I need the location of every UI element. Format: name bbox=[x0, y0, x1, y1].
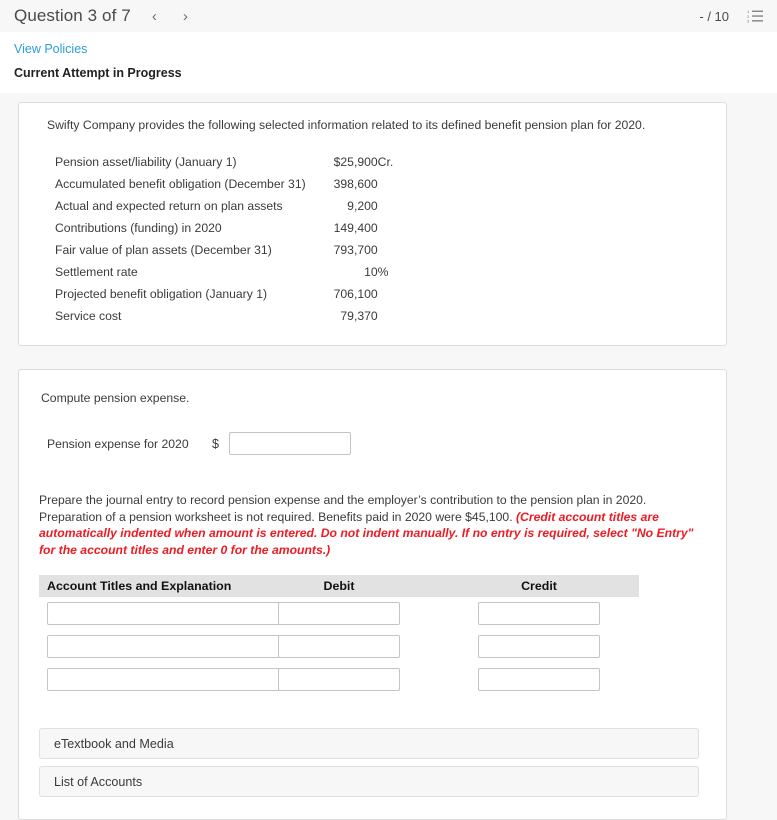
fact-note bbox=[378, 283, 408, 305]
etextbook-and-media-button[interactable]: eTextbook and Media bbox=[39, 728, 699, 759]
fact-note bbox=[378, 217, 408, 239]
column-header-credit: Credit bbox=[439, 575, 639, 597]
column-header-debit: Debit bbox=[239, 575, 439, 597]
answer-work-card: Compute pension expense. Pension expense… bbox=[18, 369, 727, 820]
fact-note bbox=[378, 195, 408, 217]
fact-label: Settlement rate bbox=[55, 264, 138, 279]
journal-table-body bbox=[39, 597, 639, 696]
question-header: Question 3 of 7 ‹ › - / 10 1 2 3 bbox=[0, 0, 777, 32]
fact-value: 398,600 bbox=[333, 176, 378, 191]
table-row: Settlement rate 10 % bbox=[55, 261, 408, 283]
fact-label: Actual and expected return on plan asset… bbox=[55, 198, 283, 213]
table-row: Contributions (funding) in 2020 149,400 bbox=[55, 217, 408, 239]
view-policies-link[interactable]: View Policies bbox=[14, 40, 87, 58]
pension-expense-input[interactable] bbox=[228, 432, 351, 455]
pension-expense-label: Pension expense for 2020 bbox=[47, 436, 189, 451]
fact-label: Service cost bbox=[55, 308, 122, 323]
debit-input-3[interactable] bbox=[278, 668, 400, 691]
journal-entry-table: Account Titles and Explanation Debit Cre… bbox=[39, 575, 639, 696]
column-header-account: Account Titles and Explanation bbox=[39, 575, 239, 597]
debit-input-1[interactable] bbox=[278, 602, 400, 625]
credit-cell bbox=[439, 663, 639, 696]
table-row: Service cost 79,370 bbox=[55, 305, 408, 327]
table-row bbox=[39, 597, 639, 630]
journal-table-head: Account Titles and Explanation Debit Cre… bbox=[39, 575, 639, 597]
list-of-accounts-button[interactable]: List of Accounts bbox=[39, 766, 699, 797]
fact-label: Fair value of plan assets (December 31) bbox=[55, 242, 272, 257]
credit-input-2[interactable] bbox=[478, 635, 600, 658]
fact-value: 79,370 bbox=[340, 308, 378, 323]
chevron-right-icon[interactable]: › bbox=[180, 7, 191, 26]
fact-note bbox=[378, 173, 408, 195]
table-row: Actual and expected return on plan asset… bbox=[55, 195, 408, 217]
credit-input-3[interactable] bbox=[478, 668, 600, 691]
fact-value: 10 bbox=[364, 264, 378, 279]
fact-note: % bbox=[377, 264, 389, 279]
fact-note bbox=[378, 305, 408, 327]
fact-label: Projected benefit obligation (January 1) bbox=[55, 286, 268, 301]
account-cell bbox=[39, 630, 337, 663]
credit-cell bbox=[439, 597, 639, 630]
account-cell bbox=[39, 663, 337, 696]
account-cell bbox=[39, 597, 337, 630]
fact-value: 793,700 bbox=[333, 242, 378, 257]
journal-header-row: Account Titles and Explanation Debit Cre… bbox=[39, 575, 639, 597]
table-row: Accumulated benefit obligation (December… bbox=[55, 173, 408, 195]
question-navigation: ‹ › bbox=[149, 7, 191, 26]
table-row: Projected benefit obligation (January 1)… bbox=[55, 283, 408, 305]
debit-input-2[interactable] bbox=[278, 635, 400, 658]
currency-symbol: $ bbox=[212, 436, 219, 451]
journal-entry-instructions: Prepare the journal entry to record pens… bbox=[35, 492, 710, 558]
fact-value: 706,100 bbox=[333, 286, 378, 301]
numbered-list-icon[interactable]: 1 2 3 bbox=[747, 9, 763, 23]
compute-instruction: Compute pension expense. bbox=[41, 391, 190, 405]
fact-label: Contributions (funding) in 2020 bbox=[55, 220, 222, 235]
pension-data-table: Pension asset/liability (January 1) $25,… bbox=[55, 151, 408, 327]
fact-value: $25,900 bbox=[333, 154, 378, 169]
fact-note: Cr. bbox=[377, 154, 394, 169]
fact-label: Accumulated benefit obligation (December… bbox=[55, 176, 306, 191]
page-title: Question 3 of 7 bbox=[14, 6, 131, 25]
pension-data-body: Pension asset/liability (January 1) $25,… bbox=[55, 151, 408, 327]
fact-value: 149,400 bbox=[333, 220, 378, 235]
fact-note bbox=[378, 239, 408, 261]
attempt-strip: View Policies Current Attempt in Progres… bbox=[0, 32, 777, 93]
pension-expense-row: Pension expense for 2020 $ bbox=[35, 432, 710, 455]
fact-label: Pension asset/liability (January 1) bbox=[55, 154, 237, 169]
problem-info-card: Swifty Company provides the following se… bbox=[18, 102, 727, 346]
credit-input-1[interactable] bbox=[478, 602, 600, 625]
score-display: - / 10 bbox=[699, 8, 729, 24]
question-body: Swifty Company provides the following se… bbox=[0, 102, 777, 820]
svg-text:3: 3 bbox=[747, 19, 750, 24]
table-row bbox=[39, 663, 639, 696]
table-row: Fair value of plan assets (December 31) … bbox=[55, 239, 408, 261]
fact-value: 9,200 bbox=[347, 198, 378, 213]
table-row bbox=[39, 630, 639, 663]
credit-cell bbox=[439, 630, 639, 663]
attempt-status: Current Attempt in Progress bbox=[14, 66, 182, 80]
header-right-group: - / 10 1 2 3 bbox=[699, 9, 763, 24]
chevron-left-icon[interactable]: ‹ bbox=[149, 7, 160, 26]
table-row: Pension asset/liability (January 1) $25,… bbox=[55, 151, 408, 173]
problem-intro-text: Swifty Company provides the following se… bbox=[47, 118, 646, 132]
